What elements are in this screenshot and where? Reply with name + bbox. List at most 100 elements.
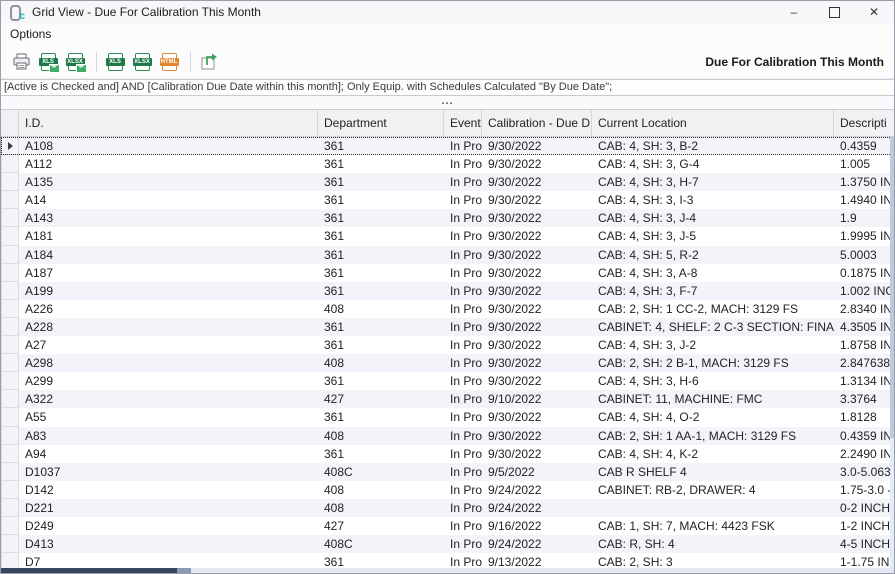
cell-department[interactable]: 361 <box>318 372 444 390</box>
cell-id[interactable]: A27 <box>19 336 318 354</box>
cell-description[interactable]: 1.8128 <box>834 408 894 426</box>
cell-id[interactable]: A14 <box>19 191 318 209</box>
cell-department[interactable]: 361 <box>318 318 444 336</box>
row-selector[interactable] <box>1 390 19 408</box>
row-selector[interactable] <box>1 173 19 191</box>
cell-department[interactable]: 361 <box>318 445 444 463</box>
cell-location[interactable] <box>592 499 834 517</box>
table-row[interactable]: D7 361 In Proc 9/13/2022 CAB: 2, SH: 3 1… <box>1 553 894 568</box>
cell-event[interactable]: In Proc <box>444 535 482 553</box>
cell-id[interactable]: A108 <box>19 137 318 155</box>
cell-department[interactable]: 361 <box>318 282 444 300</box>
header-description[interactable]: Descripti <box>834 110 894 136</box>
table-row[interactable]: D249 427 In Proc 9/16/2022 CAB: 1, SH: 7… <box>1 517 894 535</box>
row-selector[interactable] <box>1 246 19 264</box>
cell-event[interactable]: In Proc <box>444 318 482 336</box>
cell-location[interactable]: CABINET: RB-2, DRAWER: 4 <box>592 481 834 499</box>
cell-id[interactable]: A226 <box>19 300 318 318</box>
cell-event[interactable]: In Proc <box>444 173 482 191</box>
menu-options[interactable]: Options <box>1 23 60 45</box>
cell-department[interactable]: 361 <box>318 227 444 245</box>
table-row[interactable]: D221 408 In Proc 9/24/2022 0-2 INCH, <box>1 499 894 517</box>
row-selector[interactable] <box>1 300 19 318</box>
table-row[interactable]: A199 361 In Proc 9/30/2022 CAB: 4, SH: 3… <box>1 282 894 300</box>
cell-id[interactable]: A299 <box>19 372 318 390</box>
cell-department[interactable]: 361 <box>318 336 444 354</box>
cell-description[interactable]: 1.3134 INC <box>834 372 894 390</box>
cell-description[interactable]: 0.4359 <box>834 137 894 155</box>
cell-department[interactable]: 361 <box>318 553 444 568</box>
cell-id[interactable]: A135 <box>19 173 318 191</box>
cell-due-date[interactable]: 9/24/2022 <box>482 481 592 499</box>
cell-due-date[interactable]: 9/30/2022 <box>482 246 592 264</box>
minimize-button[interactable]: – <box>774 1 814 23</box>
export-html-button[interactable]: HTML <box>157 50 181 74</box>
export-xls-button[interactable]: XLS <box>103 50 127 74</box>
cell-id[interactable]: D221 <box>19 499 318 517</box>
cell-description[interactable]: 1.002 INC <box>834 282 894 300</box>
cell-description[interactable]: 0.4359 INC <box>834 427 894 445</box>
cell-due-date[interactable]: 9/30/2022 <box>482 227 592 245</box>
cell-location[interactable]: CAB: 4, SH: 3, J-2 <box>592 336 834 354</box>
cell-id[interactable]: D413 <box>19 535 318 553</box>
cell-due-date[interactable]: 9/30/2022 <box>482 318 592 336</box>
cell-event[interactable]: In Proc <box>444 553 482 568</box>
table-row[interactable]: D1037 408C In Proc 9/5/2022 CAB R SHELF … <box>1 463 894 481</box>
cell-location[interactable]: CAB: R, SH: 4 <box>592 535 834 553</box>
cell-description[interactable]: 3.3764 <box>834 390 894 408</box>
cell-due-date[interactable]: 9/24/2022 <box>482 499 592 517</box>
cell-event[interactable]: In Proc <box>444 137 482 155</box>
cell-event[interactable]: In Proc <box>444 499 482 517</box>
table-row[interactable]: A322 427 In Proc 9/10/2022 CABINET: 11, … <box>1 390 894 408</box>
table-row[interactable]: A228 361 In Proc 9/30/2022 CABINET: 4, S… <box>1 318 894 336</box>
header-department[interactable]: Department <box>318 110 444 136</box>
print-button[interactable] <box>9 50 33 74</box>
cell-location[interactable]: CAB: 4, SH: 4, O-2 <box>592 408 834 426</box>
row-selector[interactable] <box>1 445 19 463</box>
header-due-date[interactable]: Calibration - Due D <box>482 110 592 136</box>
cell-id[interactable]: A184 <box>19 246 318 264</box>
cell-event[interactable]: In Proc <box>444 445 482 463</box>
header-id[interactable]: I.D. <box>19 110 318 136</box>
vertical-scrollbar-thumb[interactable] <box>890 136 894 438</box>
export-xlsx-button[interactable]: XLSX <box>130 50 154 74</box>
cell-description[interactable]: 1-2 INCH, <box>834 517 894 535</box>
cell-description[interactable]: 1.3750 INC <box>834 173 894 191</box>
cell-department[interactable]: 361 <box>318 191 444 209</box>
email-xlsx-button[interactable]: XLSX <box>63 50 87 74</box>
cell-due-date[interactable]: 9/30/2022 <box>482 300 592 318</box>
row-selector[interactable] <box>1 535 19 553</box>
cell-location[interactable]: CAB: 2, SH: 1 CC-2, MACH: 3129 FS <box>592 300 834 318</box>
cell-due-date[interactable]: 9/30/2022 <box>482 445 592 463</box>
cell-event[interactable]: In Proc <box>444 408 482 426</box>
cell-due-date[interactable]: 9/30/2022 <box>482 408 592 426</box>
cell-department[interactable]: 427 <box>318 517 444 535</box>
row-selector[interactable] <box>1 553 19 568</box>
cell-id[interactable]: A83 <box>19 427 318 445</box>
cell-location[interactable]: CAB: 2, SH: 2 B-1, MACH: 3129 FS <box>592 354 834 372</box>
maximize-button[interactable] <box>814 1 854 23</box>
cell-id[interactable]: A181 <box>19 227 318 245</box>
cell-due-date[interactable]: 9/30/2022 <box>482 372 592 390</box>
cell-event[interactable]: In Proc <box>444 336 482 354</box>
header-location[interactable]: Current Location <box>592 110 834 136</box>
row-selector[interactable] <box>1 354 19 372</box>
table-row[interactable]: A299 361 In Proc 9/30/2022 CAB: 4, SH: 3… <box>1 372 894 390</box>
cell-id[interactable]: A112 <box>19 155 318 173</box>
row-selector[interactable] <box>1 191 19 209</box>
row-selector[interactable] <box>1 463 19 481</box>
close-button[interactable]: ✕ <box>854 1 894 23</box>
cell-description[interactable]: 1.9995 INC <box>834 227 894 245</box>
table-row[interactable]: A27 361 In Proc 9/30/2022 CAB: 4, SH: 3,… <box>1 336 894 354</box>
cell-description[interactable]: 3.0-5.063 <box>834 463 894 481</box>
cell-due-date[interactable]: 9/30/2022 <box>482 137 592 155</box>
cell-id[interactable]: A143 <box>19 209 318 227</box>
row-selector[interactable] <box>1 227 19 245</box>
cell-department[interactable]: 361 <box>318 137 444 155</box>
cell-due-date[interactable]: 9/30/2022 <box>482 173 592 191</box>
export-open-button[interactable] <box>197 50 221 74</box>
table-row[interactable]: A14 361 In Proc 9/30/2022 CAB: 4, SH: 3,… <box>1 191 894 209</box>
cell-description[interactable]: 1.4940 INC <box>834 191 894 209</box>
cell-location[interactable]: CAB R SHELF 4 <box>592 463 834 481</box>
cell-due-date[interactable]: 9/5/2022 <box>482 463 592 481</box>
